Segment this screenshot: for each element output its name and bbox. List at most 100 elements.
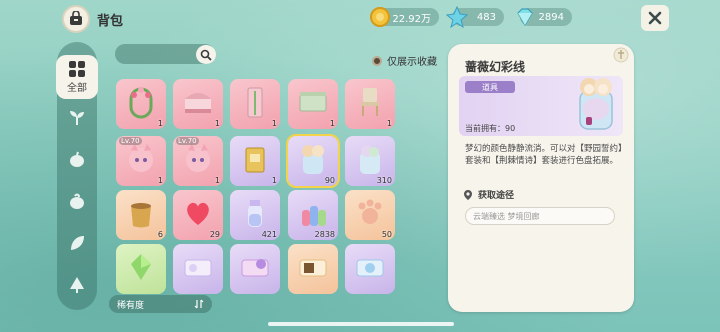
item-slot-gold-book[interactable]: 1 [230,136,280,186]
flower-arch-icon [129,87,153,119]
owned-count: 当前拥有：90 [465,124,516,133]
canopy-bed-icon [185,93,211,113]
item-slot-ticket-b[interactable] [230,244,280,294]
red-heart-icon [187,202,209,225]
source-link-button[interactable]: 云端臻选 梦境回廊 [465,207,615,225]
item-slot-red-heart[interactable]: 29 [173,190,223,240]
rose-yarn-icon [302,145,324,174]
only-favorites-toggle[interactable]: 仅展示收藏 [372,53,437,68]
close-button[interactable] [641,5,669,31]
item-slot-dye-bottles[interactable]: 2838 [288,190,338,240]
apple-icon [70,151,84,167]
item-slot-canopy-bed[interactable]: 1 [173,79,223,129]
item-description: 梦幻的颜色静静流淌。可以对【野园誓约】套装和【荆棘情诗】套装进行色盘拓展。 [465,144,623,166]
tree-icon [70,277,84,293]
item-type-badge: 道具 [465,81,515,93]
item-count: 1 [329,119,335,128]
favorites-checkbox[interactable] [372,55,382,66]
diamond-value: 2894 [538,11,564,23]
only-favorites-label: 仅展示收藏 [387,57,437,68]
ticket-a-icon [184,259,212,277]
item-slot-ticket-d[interactable] [345,244,395,294]
tab-fruit[interactable] [64,146,90,172]
item-count: 1 [157,176,163,185]
rose-yarn-artwork [579,78,613,130]
bag-icon [62,5,90,33]
item-count: 50 [381,230,392,239]
sort-by-rarity-button[interactable]: 稀有度 [109,295,212,313]
tab-seed[interactable] [64,188,90,214]
tab-sprout[interactable] [64,104,90,130]
green-cabinet-icon [299,92,327,112]
item-count: 1 [386,119,392,128]
item-slot-ticket-c[interactable] [288,244,338,294]
item-count: 90 [324,176,335,185]
ticket-b-icon [241,259,269,277]
bean-icon [70,193,84,209]
ticket-c-icon [299,259,327,277]
item-level: Lv.70 [119,137,142,145]
tab-all[interactable]: 全部 [56,55,98,99]
page-title: 背包 [97,14,124,29]
ticket-d-icon [356,259,384,277]
item-count: 29 [209,230,220,239]
gold-coin-icon [370,7,390,27]
pin-icon[interactable] [612,46,630,64]
item-level: Lv.70 [176,137,199,145]
search-button[interactable] [196,45,216,64]
item-count: 1 [271,119,277,128]
close-icon [648,11,662,25]
blue-star-gem-icon [446,6,468,28]
source-title: 获取途径 [478,191,515,201]
item-slot-wooden-chair[interactable]: 1 [345,79,395,129]
seed-sack-icon [131,203,151,228]
star-gem-value: 483 [476,11,496,23]
item-count: 1 [157,119,163,128]
grid-icon [69,61,85,77]
gold-book-icon [245,147,265,173]
home-indicator[interactable] [268,322,454,326]
item-count: 1 [214,176,220,185]
item-count: 1 [271,176,277,185]
wooden-chair-icon [361,88,379,116]
location-pin-icon [464,189,472,200]
item-slot-cat-face-lv70[interactable]: Lv.70 1 [116,136,166,186]
item-title: 蔷薇幻彩线 [465,60,526,74]
cat-face-lv70-b-icon [186,144,210,172]
item-slot-potion-bottle[interactable]: 421 [230,190,280,240]
pink-door-icon [247,87,263,118]
sprout-icon [70,111,84,125]
diamond-icon [517,8,533,27]
item-slot-green-cabinet[interactable]: 1 [288,79,338,129]
cat-face-lv70-icon [129,144,153,172]
item-slot-rose-yarn[interactable]: 90 [286,134,340,188]
dye-bottles-icon [302,206,326,226]
green-crystal-icon [131,254,151,280]
leaf-icon [71,236,84,250]
item-slot-cat-face-lv70-b[interactable]: Lv.70 1 [173,136,223,186]
item-slot-paw-cookie[interactable]: 50 [345,190,395,240]
sort-icon [194,299,204,309]
search-icon [200,49,212,60]
sort-label: 稀有度 [117,300,145,311]
item-slot-green-crystal[interactable] [116,244,166,294]
item-slot-ticket-a[interactable] [173,244,223,294]
source-heading: 获取途径 [463,188,514,201]
yarn-bag-icon [360,145,380,174]
item-slot-pink-door[interactable]: 1 [230,79,280,129]
item-slot-yarn-bag[interactable]: 310 [345,136,395,186]
item-count: 6 [157,230,163,239]
star-gem-currency[interactable]: 483 [446,6,504,28]
gold-currency[interactable]: 22.92万 [370,7,439,27]
source-link-text: 云端臻选 梦境回廊 [473,211,540,221]
diamond-currency[interactable]: 2894 [517,8,572,27]
item-slot-flower-arch[interactable]: 1 [116,79,166,129]
tab-leaf[interactable] [64,230,90,256]
tab-tree[interactable] [64,272,90,298]
item-count: 2838 [314,230,335,239]
potion-bottle-icon [248,200,262,227]
item-count: 310 [376,176,392,185]
item-slot-seed-sack[interactable]: 6 [116,190,166,240]
paw-cookie-icon [358,199,382,224]
item-count: 1 [214,119,220,128]
